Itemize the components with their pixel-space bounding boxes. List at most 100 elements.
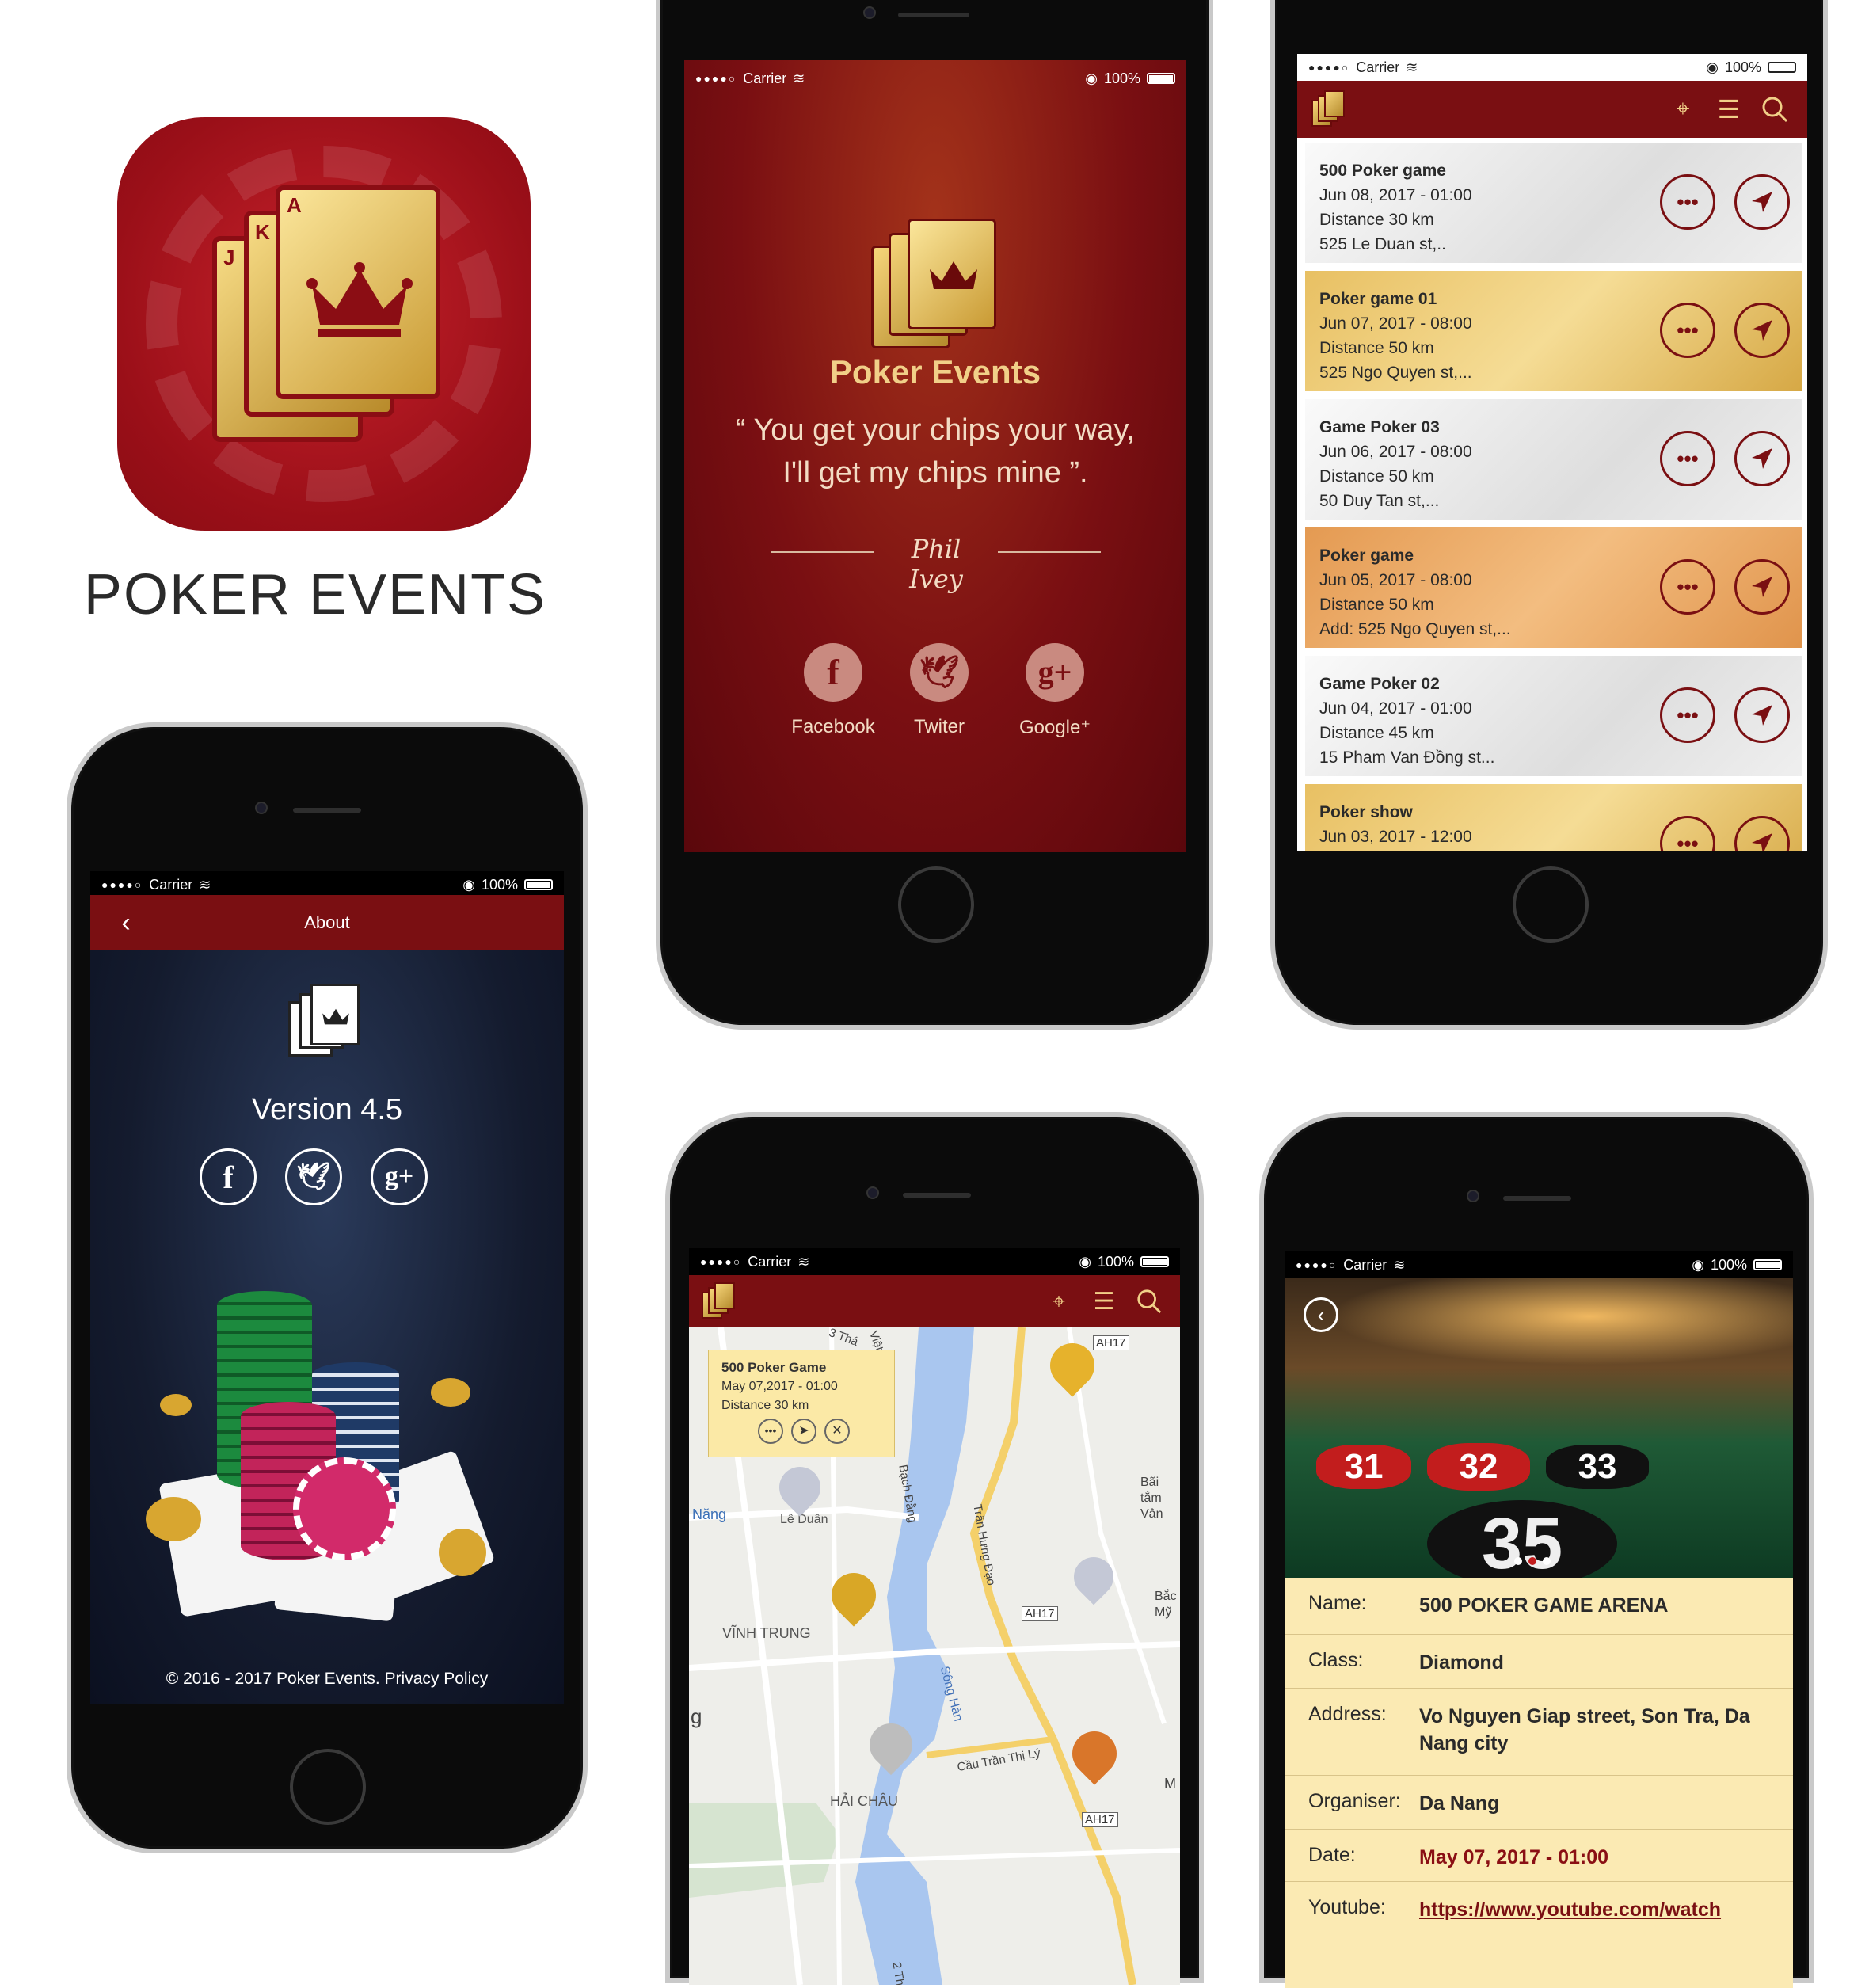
home-button[interactable] [898, 866, 974, 943]
event-title: Game Poker 03 [1319, 418, 1440, 436]
navigate-icon[interactable] [1734, 174, 1790, 230]
ceiling-lights [1285, 1278, 1793, 1373]
event-card[interactable]: Game Poker 03 Jun 06, 2017 - 08:00 Distanc… [1305, 399, 1802, 520]
twitter-icon[interactable]: 🕊 [285, 1148, 342, 1205]
home-button[interactable] [1513, 866, 1589, 943]
list-icon[interactable]: ☰ [1703, 89, 1755, 129]
close-icon[interactable]: ✕ [824, 1419, 850, 1444]
event-distance: Distance 25 km [1319, 849, 1788, 851]
phone-map: ●●●●○ Carrier ≋ ◉ 100% ⌖ ☰ AH17 Năng Lê … [665, 1112, 1204, 1985]
home-button[interactable] [290, 1749, 366, 1825]
event-date: Jun 05, 2017 - 08:00 [1319, 571, 1472, 589]
detail-key: Class: [1308, 1649, 1364, 1671]
crown-icon [930, 261, 977, 289]
app-logo-icon[interactable] [1310, 90, 1345, 128]
search-icon[interactable] [1129, 1282, 1169, 1321]
login-facebook-button[interactable]: f Facebook [786, 643, 881, 738]
more-options-icon[interactable]: ••• [1660, 174, 1715, 230]
detail-row: Youtube: https://www.youtube.com/watch [1285, 1882, 1793, 1929]
login-title: Poker Events [829, 353, 1041, 390]
more-options-icon[interactable]: ••• [1660, 303, 1715, 358]
more-options-icon[interactable]: ••• [1660, 431, 1715, 486]
detail-key: Organiser: [1308, 1790, 1401, 1812]
gold-coin [431, 1378, 470, 1407]
event-address: 50 Duy Tan st,... [1319, 492, 1440, 510]
app-logo-icon[interactable] [700, 1282, 735, 1320]
event-title: Poker show [1319, 803, 1413, 821]
detail-value: Diamond [1419, 1651, 1504, 1674]
gold-coin [439, 1529, 486, 1576]
navigate-icon[interactable] [1734, 431, 1790, 486]
detail-row: Class: Diamond [1285, 1635, 1793, 1689]
status-bar: ●●●●○ Carrier ≋ ◉ 100% [684, 65, 1186, 92]
event-card[interactable]: Poker show Jun 03, 2017 - 12:00 Distance 2… [1305, 784, 1802, 851]
event-title: 500 Poker game [1319, 162, 1446, 180]
detail-row: Organiser: Da Nang [1285, 1776, 1793, 1830]
map-label: AH17 [1093, 1335, 1129, 1350]
copyright-icon: © [166, 1670, 179, 1688]
detail-key: Youtube: [1308, 1896, 1386, 1918]
pink-chip [293, 1457, 396, 1560]
google-plus-icon[interactable]: g+ [371, 1148, 428, 1205]
event-card[interactable]: 500 Poker game Jun 08, 2017 - 01:00 Distan… [1305, 143, 1802, 263]
map-pin-icon[interactable]: ⌖ [1039, 1282, 1079, 1321]
map-view[interactable]: AH17 Năng Lê Duân VĨNH TRUNG Bạch Đằng T… [689, 1327, 1180, 1985]
detail-key: Date: [1308, 1844, 1356, 1866]
copyright-row[interactable]: © 2016 - 2017 Poker Events. Privacy Poli… [90, 1670, 564, 1689]
map-label: HẢI CHÂU [830, 1793, 899, 1809]
status-bar: ●●●●○ Carrier ≋ ◉ 100% [1285, 1251, 1793, 1278]
top-app-bar: ‹ About [90, 895, 564, 950]
event-title: Poker game [1319, 547, 1414, 565]
card-a: A [276, 185, 440, 399]
event-list-screen: ●●●●○ Carrier ≋ ◉ 100% ⌖ ☰ 500 Poker game Ju… [1297, 54, 1807, 851]
map-label: Bắc Mỹ [1155, 1590, 1177, 1619]
event-card[interactable]: Game Poker 02 Jun 04, 2017 - 01:00 Distanc… [1305, 656, 1802, 776]
back-chevron-icon[interactable]: ‹ [106, 903, 146, 943]
map-label: VĨNH TRUNG [722, 1625, 811, 1641]
back-circle-icon[interactable]: ‹ [1304, 1297, 1338, 1332]
carousel-dots[interactable] [1514, 1557, 1551, 1565]
phone-about: ●●●●○ Carrier ≋ ◉ 100% ‹ About Version 4.5 … [67, 722, 588, 1853]
map-screen: ●●●●○ Carrier ≋ ◉ 100% ⌖ ☰ AH17 Năng Lê … [689, 1248, 1180, 1985]
login-screen: ●●●●○ Carrier ≋ ◉ 100% Poker Events “ You g… [684, 60, 1186, 852]
gold-coin [160, 1394, 192, 1416]
detail-value[interactable]: https://www.youtube.com/watch [1403, 1896, 1793, 1929]
navigate-icon[interactable]: ➤ [791, 1419, 816, 1444]
detail-value: 500 POKER GAME ARENA [1419, 1594, 1669, 1617]
popup-title: 500 Poker Game [721, 1360, 827, 1375]
more-icon[interactable]: ••• [758, 1419, 783, 1444]
event-card[interactable]: Poker game 01 Jun 07, 2017 - 08:00 Distanc… [1305, 271, 1802, 391]
navigate-icon[interactable] [1734, 687, 1790, 743]
map-pin-icon[interactable]: ⌖ [1663, 89, 1703, 129]
login-twitter-button[interactable]: 🕊 Twiter [892, 643, 987, 738]
map-label: AH17 [1022, 1606, 1058, 1621]
event-date: Jun 04, 2017 - 01:00 [1319, 699, 1472, 718]
event-date: Jun 03, 2017 - 12:00 [1319, 828, 1472, 846]
event-title: Poker game 01 [1319, 290, 1437, 308]
login-google-button[interactable]: g+ Google⁺ [1007, 643, 1102, 739]
poker-chips-illustration [146, 1267, 502, 1622]
phone-event-list: ●●●●○ Carrier ≋ ◉ 100% ⌖ ☰ 500 Poker game Ju… [1270, 0, 1828, 1030]
more-options-icon[interactable]: ••• [1660, 559, 1715, 615]
search-icon[interactable] [1755, 89, 1795, 129]
crown-icon [306, 262, 413, 337]
navigate-icon[interactable] [1734, 559, 1790, 615]
list-icon[interactable]: ☰ [1079, 1282, 1129, 1321]
status-bar: ●●●●○ Carrier ≋ ◉ 100% [90, 871, 564, 898]
navigate-icon[interactable] [1734, 303, 1790, 358]
detail-row: Name: 500 POKER GAME ARENA [1285, 1578, 1793, 1635]
phone-detail: ●●●●○ Carrier ≋ ◉ 100% 31 32 33 35 ‹ Name: 5… [1259, 1112, 1814, 1988]
detail-value[interactable]: Vo Nguyen Giap street, Son Tra, Da Nang … [1403, 1703, 1793, 1775]
event-distance: Distance 50 km [1319, 596, 1434, 614]
detail-row: Address: Vo Nguyen Giap street, Son Tra, … [1285, 1689, 1793, 1776]
map-event-popup[interactable]: 500 Poker Game May 07,2017 - 01:00 Dista… [708, 1350, 895, 1457]
detail-value: Da Nang [1419, 1792, 1500, 1815]
crown-icon [322, 1008, 349, 1025]
event-card[interactable]: Poker game Jun 05, 2017 - 08:00 Distance 5… [1305, 527, 1802, 648]
roulette-number: 35 [1427, 1500, 1617, 1578]
more-options-icon[interactable]: ••• [1660, 687, 1715, 743]
facebook-icon[interactable]: f [200, 1148, 257, 1205]
phone-login: ●●●●○ Carrier ≋ ◉ 100% Poker Events “ You g… [656, 0, 1213, 1030]
detail-screen: ●●●●○ Carrier ≋ ◉ 100% 31 32 33 35 ‹ Name: 5… [1285, 1251, 1793, 1988]
popup-date: May 07,2017 - 01:00 [721, 1380, 838, 1393]
